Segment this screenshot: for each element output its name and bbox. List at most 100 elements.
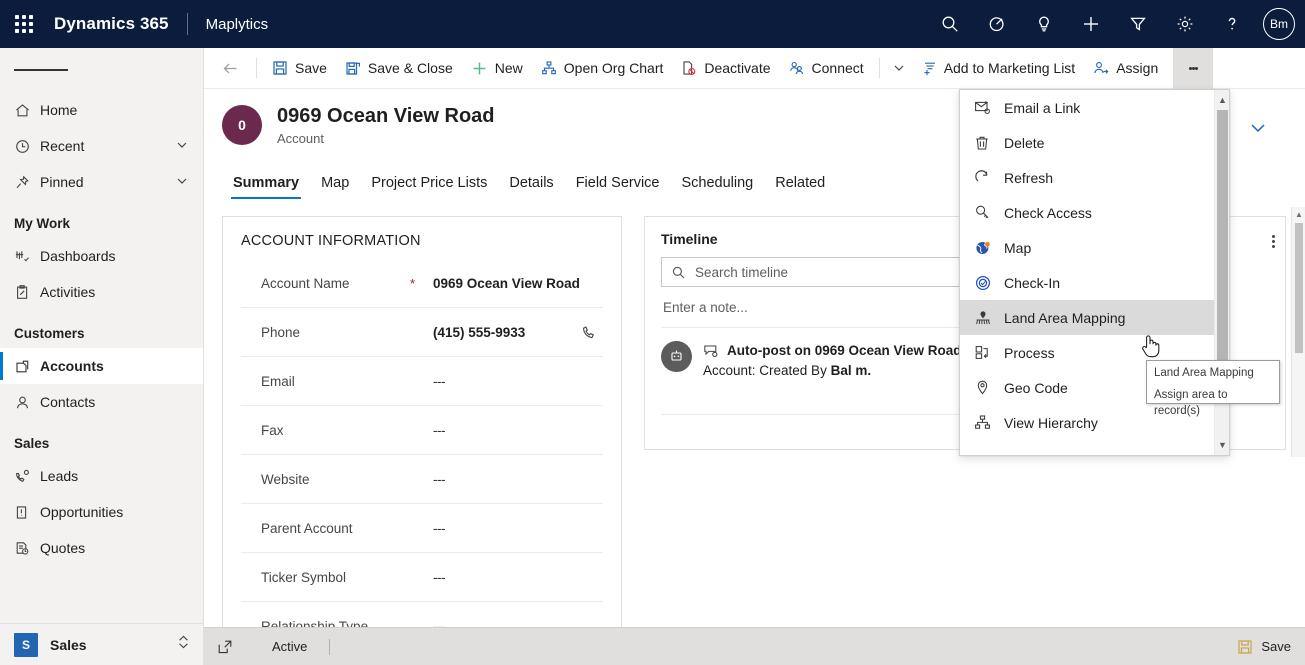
- sidebar-item-quotes[interactable]: Quotes: [0, 530, 203, 566]
- field-ticker-symbol[interactable]: Ticker Symbol ---: [241, 553, 603, 602]
- more-commands-button[interactable]: [1173, 47, 1214, 89]
- third-panel-more-options-button[interactable]: [1272, 233, 1275, 250]
- menu-item-label: View Hierarchy: [1004, 414, 1098, 431]
- sidebar-group-title: Customers: [14, 326, 85, 341]
- menu-item-refresh[interactable]: Refresh: [960, 160, 1214, 195]
- save-and-close-button[interactable]: Save & Close: [336, 48, 462, 88]
- accounts-icon: [14, 358, 40, 375]
- field-value: ---: [433, 471, 446, 487]
- tab-map[interactable]: Map: [310, 175, 360, 199]
- command-divider: [256, 58, 257, 78]
- menu-item-email-a-link[interactable]: Email a Link: [960, 90, 1214, 125]
- chevron-down-icon[interactable]: [175, 138, 189, 155]
- sidebar-item-label: Activities: [40, 284, 96, 300]
- scroll-up-arrow-icon[interactable]: ▲: [1292, 207, 1305, 221]
- back-button[interactable]: [210, 48, 250, 88]
- field-fax[interactable]: Fax ---: [241, 406, 603, 455]
- tab-label: Project Price Lists: [371, 175, 488, 191]
- quick-create-icon[interactable]: [1067, 0, 1114, 48]
- account-information-section: ACCOUNT INFORMATION Account Name * 0969 …: [222, 216, 622, 627]
- nav-divider: [186, 13, 188, 35]
- home-icon: [14, 102, 40, 119]
- field-label: Ticker Symbol: [261, 570, 433, 585]
- area-label: Sales: [50, 636, 87, 653]
- sidebar-item-home[interactable]: Home: [0, 92, 203, 128]
- field-value: ---: [433, 569, 446, 585]
- area-switcher[interactable]: S Sales: [0, 623, 203, 665]
- kebab-dot: [1272, 245, 1275, 248]
- field-label: Relationship Type: [261, 619, 433, 627]
- land-area-mapping-tooltip: Land Area Mapping Assign area to record(…: [1146, 360, 1280, 417]
- insights-icon[interactable]: [1020, 0, 1067, 48]
- menu-item-label: Map: [1004, 239, 1032, 256]
- tab-details[interactable]: Details: [498, 175, 564, 199]
- scrollbar-thumb[interactable]: [1217, 110, 1228, 360]
- app-launcher-button[interactable]: [0, 0, 48, 48]
- save-icon: [1237, 639, 1253, 655]
- scroll-up-arrow-icon[interactable]: ▲: [1215, 92, 1230, 108]
- app-name[interactable]: Maplytics: [206, 16, 269, 33]
- field-website[interactable]: Website ---: [241, 455, 603, 504]
- field-label: Fax: [261, 423, 433, 438]
- marketing-list-icon: [921, 60, 937, 76]
- field-phone[interactable]: Phone (415) 555-9933: [241, 308, 603, 357]
- field-email[interactable]: Email ---: [241, 357, 603, 406]
- status-bar-save-button[interactable]: Save: [1237, 639, 1291, 655]
- status-badge: Active: [272, 639, 308, 654]
- tab-scheduling[interactable]: Scheduling: [671, 175, 765, 199]
- connect-button[interactable]: Connect: [780, 48, 873, 88]
- gear-icon[interactable]: [1161, 0, 1208, 48]
- scroll-down-arrow-icon[interactable]: ▼: [1215, 437, 1230, 453]
- sidebar-item-activities[interactable]: Activities: [0, 274, 203, 310]
- add-to-marketing-list-button[interactable]: Add to Marketing List: [912, 48, 1085, 88]
- help-icon[interactable]: [1208, 0, 1255, 48]
- delete-icon: [974, 135, 1004, 151]
- menu-item-check-in[interactable]: Check-In: [960, 265, 1214, 300]
- menu-item-delete[interactable]: Delete: [960, 125, 1214, 160]
- scrollbar-thumb[interactable]: [1295, 223, 1303, 353]
- user-avatar[interactable]: Bm: [1263, 8, 1295, 40]
- tab-related[interactable]: Related: [764, 175, 836, 199]
- save-button[interactable]: Save: [263, 48, 336, 88]
- menu-item-check-access[interactable]: Check Access: [960, 195, 1214, 230]
- contacts-icon: [14, 394, 40, 411]
- sidebar-item-leads[interactable]: Leads: [0, 458, 203, 494]
- view-hierarchy-icon: [974, 414, 1004, 431]
- menu-item-label: Land Area Mapping: [1004, 309, 1126, 326]
- sidebar-item-contacts[interactable]: Contacts: [0, 384, 203, 420]
- field-account-name[interactable]: Account Name * 0969 Ocean View Road: [241, 259, 603, 308]
- sidebar-toggle-button[interactable]: [0, 48, 203, 92]
- record-header-chevron-down-icon[interactable]: [1247, 117, 1269, 144]
- field-label: Phone: [261, 325, 433, 340]
- open-org-chart-button[interactable]: Open Org Chart: [532, 48, 673, 88]
- tab-summary[interactable]: Summary: [222, 175, 310, 199]
- command-label: Connect: [811, 60, 864, 76]
- search-icon[interactable]: [926, 0, 973, 48]
- assign-button[interactable]: Assign: [1084, 48, 1167, 88]
- sidebar-item-pinned[interactable]: Pinned: [0, 164, 203, 200]
- sidebar-item-recent[interactable]: Recent: [0, 128, 203, 164]
- tab-field-service[interactable]: Field Service: [565, 175, 671, 199]
- connect-dropdown-chevron-down-icon[interactable]: [886, 48, 912, 88]
- form-scrollbar[interactable]: ▲: [1291, 207, 1305, 457]
- tab-label: Summary: [233, 175, 300, 191]
- new-button[interactable]: New: [462, 48, 532, 88]
- sidebar-item-dashboards[interactable]: Dashboards: [0, 238, 203, 274]
- sidebar-scroll-area: Home Recent Pinned My Work Dashboards Ac…: [0, 92, 203, 623]
- filter-icon[interactable]: [1114, 0, 1161, 48]
- field-parent-account[interactable]: Parent Account ---: [241, 504, 603, 553]
- field-relationship-type[interactable]: Relationship Type ---: [241, 602, 603, 627]
- menu-item-land-area-mapping[interactable]: Land Area Mapping: [960, 300, 1214, 335]
- tooltip-description: Assign area to record(s): [1154, 389, 1228, 417]
- map-globe-icon: [974, 239, 1004, 257]
- popout-icon[interactable]: [212, 639, 238, 655]
- chevron-down-icon[interactable]: [175, 174, 189, 191]
- tab-project-price-lists[interactable]: Project Price Lists: [360, 175, 498, 199]
- sidebar-item-opportunities[interactable]: Opportunities: [0, 494, 203, 530]
- deactivate-button[interactable]: Deactivate: [672, 48, 779, 88]
- sidebar-item-accounts[interactable]: Accounts: [0, 348, 203, 384]
- updown-chevron-icon[interactable]: [176, 633, 191, 656]
- menu-item-map[interactable]: Map: [960, 230, 1214, 265]
- phone-icon[interactable]: [575, 324, 603, 340]
- assistant-icon[interactable]: [973, 0, 1020, 48]
